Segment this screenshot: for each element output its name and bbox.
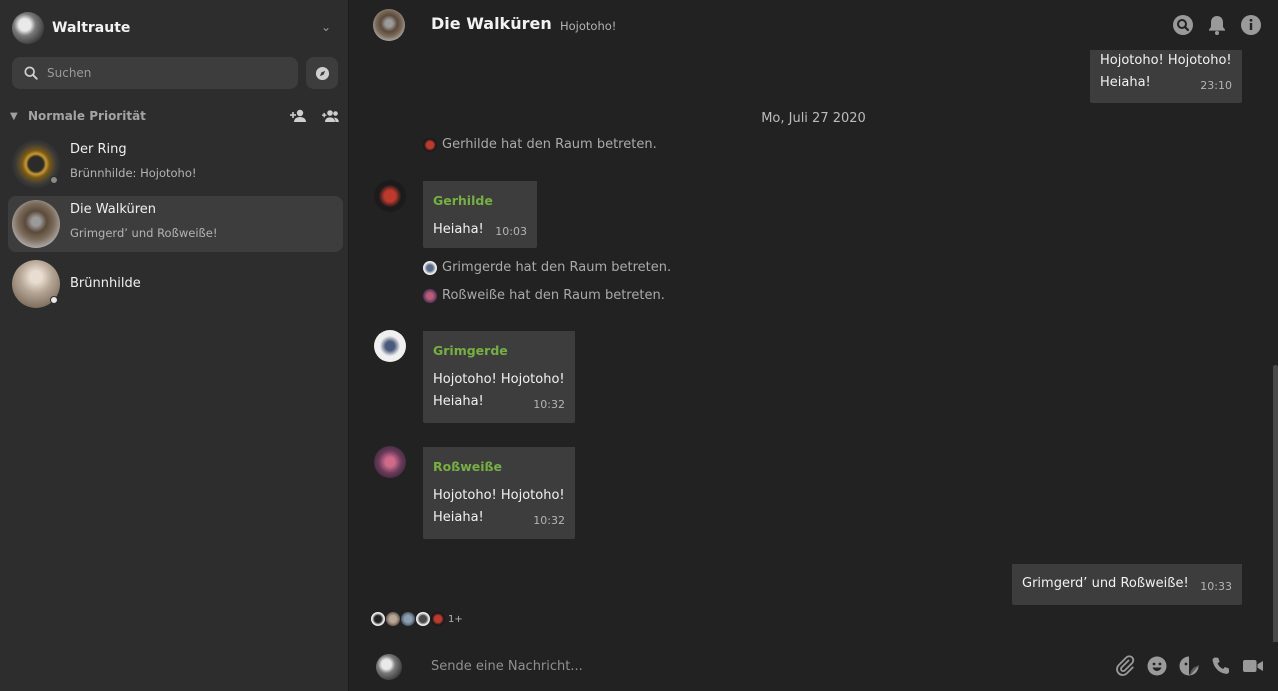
message-time: 10:03	[495, 225, 527, 238]
video-call-icon[interactable]	[1242, 655, 1264, 677]
message-input[interactable]	[431, 656, 1031, 676]
message-bubble[interactable]: Roßweiße Hojotoho! Hojotoho! Heiaha! 10:…	[423, 447, 575, 539]
message-text: Heiaha!	[433, 394, 484, 409]
user-avatar[interactable]	[12, 12, 44, 44]
room-name: Der Ring	[70, 142, 127, 157]
read-receipt-avatar	[431, 612, 445, 626]
add-person-icon[interactable]	[290, 108, 308, 124]
bell-icon[interactable]	[1206, 14, 1228, 36]
own-message-bubble[interactable]: Hojotoho! Hojotoho! Heiaha! 23:10	[1090, 50, 1242, 103]
message-text: Hojotoho! Hojotoho!	[433, 488, 565, 503]
state-event: Roßweiße hat den Raum betreten.	[423, 288, 665, 303]
own-message-bubble[interactable]: Grimgerd’ und Roßweiße! 10:33	[1012, 564, 1242, 605]
section-label: Normale Priorität	[28, 109, 146, 123]
room-topic: Hojotoho!	[560, 19, 617, 33]
add-group-icon[interactable]	[322, 108, 340, 124]
phone-icon[interactable]	[1210, 655, 1232, 677]
member-avatar	[423, 260, 437, 275]
presence-indicator	[50, 176, 58, 184]
state-event-text: Gerhilde hat den Raum betreten.	[442, 137, 657, 152]
member-avatar[interactable]	[374, 180, 406, 212]
section-actions	[290, 108, 340, 124]
read-receipt-count: 1+	[448, 613, 463, 625]
state-event-text: Roßweiße hat den Raum betreten.	[442, 288, 665, 303]
message-text: Heiaha!	[1100, 75, 1151, 90]
room-title[interactable]: Die Walküren	[431, 14, 552, 33]
timeline-scrollbar[interactable]	[1273, 365, 1278, 687]
state-event-text: Grimgerde hat den Raum betreten.	[442, 260, 672, 275]
message-text: Hojotoho! Hojotoho!	[433, 372, 565, 387]
message-text: Hojotoho! Hojotoho!	[1100, 53, 1232, 68]
timeline: Hojotoho! Hojotoho! Heiaha! 23:10 Mo, Ju…	[349, 50, 1278, 687]
chevron-down-icon[interactable]: ⌄	[321, 20, 331, 34]
message-time: 10:32	[533, 398, 565, 411]
search-input[interactable]	[47, 66, 267, 80]
message-time: 10:32	[533, 514, 565, 527]
room-preview: Grimgerd’ und Roßweiße!	[70, 226, 218, 240]
message-composer	[349, 642, 1278, 691]
member-avatar	[423, 288, 437, 303]
message-sender[interactable]: Grimgerde	[433, 343, 508, 358]
room-item-der-ring[interactable]: Der Ring Brünnhilde: Hojotoho!	[8, 136, 343, 192]
message-bubble[interactable]: Grimgerde Hojotoho! Hojotoho! Heiaha! 10…	[423, 331, 575, 423]
app-window: Waltraute ⌄ ▼ Normale Priorität	[0, 0, 1278, 691]
message-text: Heiaha!	[433, 510, 484, 525]
presence-indicator	[50, 296, 58, 304]
read-receipt-avatar	[386, 612, 400, 626]
search-icon	[24, 66, 38, 80]
room-preview: Brünnhilde: Hojotoho!	[70, 166, 197, 180]
message-text: Grimgerd’ und Roßweiße!	[1022, 576, 1189, 591]
read-receipt-avatar	[416, 612, 430, 626]
message-text: Heiaha!	[433, 222, 484, 237]
member-avatar	[423, 137, 437, 152]
date-separator: Mo, Juli 27 2020	[761, 111, 866, 126]
sticker-icon[interactable]	[1178, 655, 1200, 677]
room-item-die-walkueren[interactable]: Die Walküren Grimgerd’ und Roßweiße!	[8, 196, 343, 252]
chevron-down-icon[interactable]: ▼	[10, 111, 24, 122]
message-sender[interactable]: Gerhilde	[433, 193, 493, 208]
user-avatar	[376, 654, 402, 680]
emoji-icon[interactable]	[1146, 655, 1168, 677]
room-item-bruennhilde[interactable]: Brünnhilde	[8, 256, 343, 312]
read-receipt-avatar	[401, 612, 415, 626]
search-icon[interactable]	[1172, 14, 1194, 36]
message-bubble[interactable]: Gerhilde Heiaha! 10:03	[423, 181, 537, 248]
room-avatar	[12, 200, 60, 248]
message-time: 10:33	[1200, 580, 1232, 593]
explore-rooms-button[interactable]	[306, 57, 338, 89]
message-time: 23:10	[1200, 79, 1232, 92]
room-avatar[interactable]	[373, 9, 405, 41]
room-header: Die Walküren Hojotoho!	[349, 0, 1278, 50]
user-name: Waltraute	[52, 20, 131, 36]
compass-icon	[315, 66, 329, 80]
read-receipts[interactable]: 1+	[371, 612, 463, 626]
sidebar: Waltraute ⌄ ▼ Normale Priorität	[0, 0, 349, 691]
member-avatar[interactable]	[374, 330, 406, 362]
section-header[interactable]: ▼ Normale Priorität	[10, 106, 340, 126]
paperclip-icon[interactable]	[1114, 655, 1136, 677]
state-event: Grimgerde hat den Raum betreten.	[423, 260, 671, 275]
message-sender[interactable]: Roßweiße	[433, 459, 502, 474]
user-menu[interactable]: Waltraute ⌄	[12, 12, 337, 44]
read-receipt-avatar	[371, 612, 385, 626]
search-box[interactable]	[12, 57, 298, 89]
state-event: Gerhilde hat den Raum betreten.	[423, 137, 657, 152]
room-name: Die Walküren	[70, 202, 157, 217]
room-name: Brünnhilde	[70, 276, 141, 291]
info-icon[interactable]	[1240, 14, 1262, 36]
member-avatar[interactable]	[374, 446, 406, 478]
